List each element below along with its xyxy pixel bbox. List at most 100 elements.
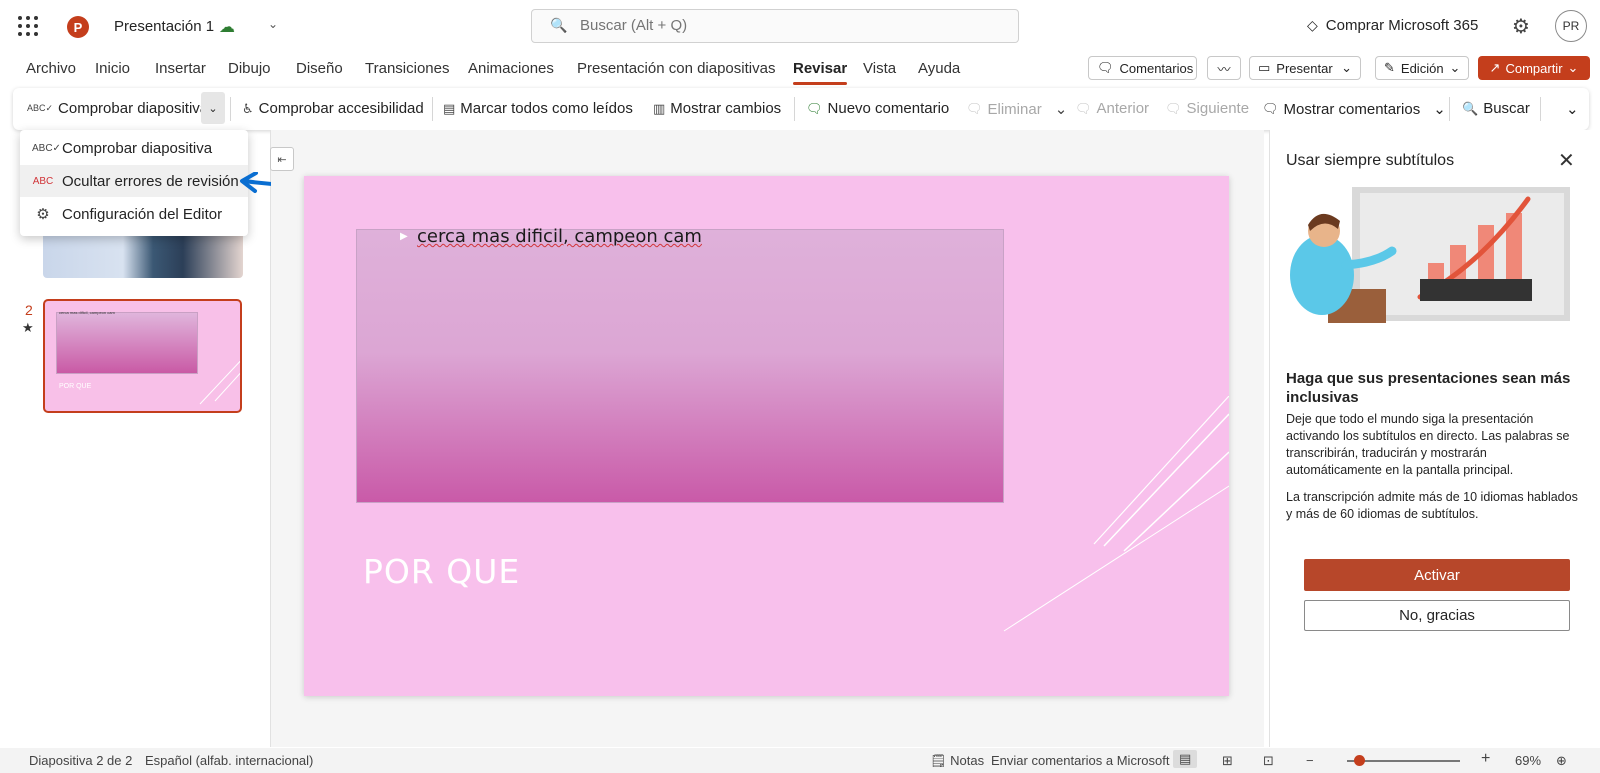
search-ribbon-button[interactable]: 🔍 Buscar [1462,100,1530,117]
comments-label: Comentarios [1119,60,1194,76]
zoom-in-icon[interactable]: + [1481,750,1490,768]
show-changes-icon: ▥ [653,100,666,116]
notes-button[interactable]: 🗒 Notas [930,753,984,769]
next-label: Siguiente [1186,100,1250,117]
buy-microsoft-365-link[interactable]: ◇ Comprar Microsoft 365 [1307,17,1478,34]
search-box[interactable]: 🔍 [531,9,1019,43]
new-comment-button[interactable]: 🗨 Nuevo comentario [806,100,949,117]
comments-button[interactable]: 🗨 Comentarios [1088,56,1197,80]
tab-presentacion[interactable]: Presentación con diapositivas [577,60,775,77]
tab-revisar[interactable]: Revisar [793,60,848,85]
zoom-level[interactable]: 69% [1515,753,1541,768]
editing-label: Edición [1400,60,1444,76]
tab-transiciones[interactable]: Transiciones [365,60,449,77]
chevron-down-icon[interactable]: ⌄ [268,17,278,31]
check-slide-label: Comprobar diapositiva [58,100,209,117]
language-indicator[interactable]: Español (alfab. internacional) [145,753,313,768]
previous-comment-button[interactable]: 🗨 Anterior [1075,100,1149,117]
normal-view-icon[interactable]: ▤ [1173,750,1198,768]
document-title[interactable]: Presentación 1 [114,18,214,35]
bullet-icon: ▶ [400,231,408,242]
tab-inicio[interactable]: Inicio [95,60,130,77]
pane-paragraph-1: Deje que todo el mundo siga la presentac… [1286,412,1570,477]
search-icon: 🔍 [1462,100,1479,116]
delete-label: Eliminar [987,100,1042,118]
search-icon: 🔍 [550,17,568,33]
current-slide[interactable]: ▶ cerca mas dificil, campeon cam POR QUE [304,176,1229,696]
tab-ayuda[interactable]: Ayuda [918,60,960,77]
chevron-down-icon[interactable]: ⌄ [1433,100,1446,118]
powerpoint-logo-icon: P [67,16,89,38]
mark-read-icon: ▤ [443,100,456,116]
settings-gear-icon[interactable]: ⚙ [1512,14,1530,39]
chevron-down-icon: ⌄ [1449,60,1461,75]
reading-view-icon[interactable]: ⊡ [1263,753,1274,769]
catch-up-button[interactable]: 〰 [1207,56,1241,80]
previous-label: Anterior [1096,100,1150,117]
share-button[interactable]: ↗ Compartir ⌄ [1478,56,1590,80]
show-comments-button[interactable]: 🗨 Mostrar comentarios ⌄ [1262,100,1446,119]
avatar[interactable]: PR [1555,10,1587,42]
content-placeholder[interactable] [356,229,1004,503]
search-input[interactable] [578,16,982,35]
tab-archivo[interactable]: Archivo [26,60,76,77]
show-changes-button[interactable]: ▥ Mostrar cambios [653,100,781,117]
slide-bullet-text[interactable]: cerca mas dificil, campeon cam [417,226,702,247]
buy-label: Comprar Microsoft 365 [1325,17,1479,34]
menu-item-hide-proofing-errors[interactable]: ABC Ocultar errores de revisión [20,165,248,197]
delete-comment-icon: 🗨 [966,101,983,116]
spellcheck-icon: ABC✓ [32,142,61,154]
thumb-bullet-text: cerca mas dificil, campeon cam [59,310,115,315]
slide-2-thumbnail[interactable]: cerca mas dificil, campeon cam POR QUE [43,299,242,413]
pane-paragraph-2: La transcripción admite más de 10 idioma… [1286,490,1578,521]
delete-comment-button[interactable]: 🗨 Eliminar ⌄ [966,100,1068,119]
fit-to-window-icon[interactable]: ⊕ [1556,753,1567,769]
present-icon: ▭ [1258,60,1271,75]
menu-item-check-slide[interactable]: ABC✓ Comprobar diapositiva [20,132,248,164]
tab-insertar[interactable]: Insertar [155,60,206,77]
activity-icon: 〰 [1217,61,1231,77]
no-thanks-button[interactable]: No, gracias [1304,600,1570,631]
new-comment-label: Nuevo comentario [827,100,950,117]
slide-counter: Diapositiva 2 de 2 [29,753,133,768]
slide-decor-lines [1003,396,1229,632]
thumb-title: POR QUE [59,383,92,390]
menu-item-label: Configuración del Editor [62,205,223,223]
pencil-icon: ✎ [1384,60,1395,75]
ribbon-expand-chevron-icon[interactable]: ⌄ [1566,100,1579,118]
next-comment-icon: 🗨 [1165,100,1182,116]
chevron-down-icon[interactable]: ⌄ [1055,100,1068,118]
menu-item-label: Ocultar errores de revisión [62,172,239,190]
check-slide-dropdown-chevron-icon[interactable]: ⌄ [201,92,225,124]
close-icon[interactable]: ✕ [1558,148,1575,173]
activate-button[interactable]: Activar [1304,559,1570,591]
slide-sorter-icon[interactable]: ⊞ [1222,753,1233,769]
mark-all-read-button[interactable]: ▤ Marcar todos como leídos [443,100,633,117]
app-launcher-icon[interactable] [18,16,38,36]
feedback-link[interactable]: Enviar comentarios a Microsoft [991,753,1169,768]
thumb-decor-lines [199,360,240,405]
present-button[interactable]: ▭ Presentar ⌄ [1249,56,1361,80]
chevron-down-icon: ⌄ [1567,60,1579,75]
menu-item-editor-settings[interactable]: ⚙ Configuración del Editor [20,198,248,230]
check-slide-button[interactable]: ABC✓ Comprobar diapositiva [27,100,208,117]
editing-mode-button[interactable]: ✎ Edición ⌄ [1375,56,1469,80]
slide-title[interactable]: POR QUE [363,552,520,591]
search-ribbon-label: Buscar [1483,100,1530,117]
tab-vista[interactable]: Vista [863,60,896,77]
zoom-out-icon[interactable]: − [1306,753,1314,768]
cloud-saved-icon: ☁ [219,19,235,36]
tab-animaciones[interactable]: Animaciones [468,60,554,77]
gear-icon: ⚙ [36,206,50,223]
next-comment-button[interactable]: 🗨 Siguiente [1165,100,1249,117]
check-slide-dropdown-menu: ABC✓ Comprobar diapositiva ABC Ocultar err… [20,130,248,236]
check-accessibility-button[interactable]: ♿ Comprobar accesibilidad [242,100,424,117]
notes-icon: 🗒 [930,753,951,768]
zoom-slider-thumb[interactable] [1354,755,1365,766]
chevron-down-icon[interactable]: ⌄ [1341,60,1352,76]
tab-diseno[interactable]: Diseño [296,60,343,77]
menu-item-label: Comprobar diapositiva [62,139,213,157]
toggle-slides-panel-icon[interactable]: ⇤ [270,147,294,171]
tab-dibujo[interactable]: Dibujo [228,60,271,77]
share-icon: ↗ [1489,60,1501,75]
